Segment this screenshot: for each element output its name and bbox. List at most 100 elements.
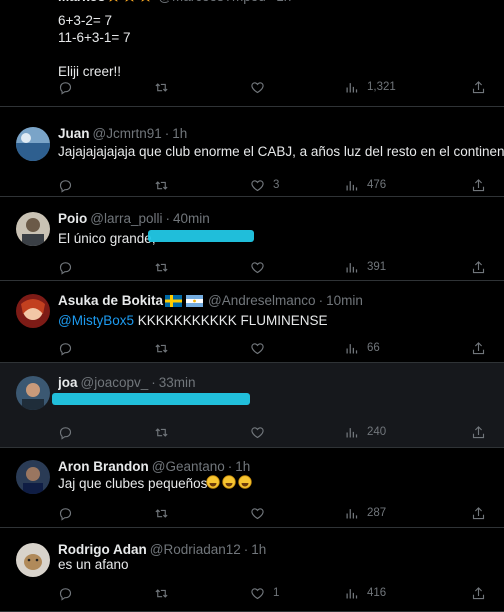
like-button[interactable] (250, 339, 273, 357)
laughing-emoji (206, 475, 254, 493)
views-icon (344, 341, 359, 356)
handle[interactable]: @Andreselmanco (208, 293, 316, 308)
user-avatar[interactable] (16, 460, 50, 494)
share-button[interactable] (471, 504, 486, 522)
tweet[interactable]: Juan @Jcmrtn91 · 1h Jajajajajajaja que club … (0, 107, 504, 197)
like-button[interactable]: 3 (250, 176, 279, 194)
timestamp[interactable]: 1h (172, 126, 187, 141)
user-avatar[interactable] (16, 212, 50, 246)
share-button[interactable] (471, 176, 486, 194)
flag-emojis (165, 294, 205, 310)
views-button[interactable]: 476 (344, 176, 386, 194)
reply-icon (58, 260, 73, 275)
display-name[interactable]: Rodrigo Adan (58, 542, 147, 557)
handle[interactable]: @MarcoosTmpou (158, 0, 266, 4)
separator: · (269, 0, 274, 4)
timestamp[interactable]: 10min (326, 293, 363, 308)
tweet-text-line: Jajajajajajaja que club enorme el CABJ, … (58, 144, 504, 159)
share-icon (471, 425, 486, 440)
reply-button[interactable] (58, 78, 73, 96)
retweet-icon (154, 260, 169, 275)
like-button[interactable] (250, 423, 273, 441)
tweet[interactable]: Asuka de Bokita @Andreselmanco · 10min @Mist… (0, 281, 504, 363)
share-button[interactable] (471, 423, 486, 441)
handle[interactable]: @Geantano (152, 459, 225, 474)
tweet[interactable]: Poio @larra_polli · 40min El único grande, 39… (0, 197, 504, 281)
views-icon (344, 425, 359, 440)
retweet-button[interactable] (154, 423, 169, 441)
timestamp[interactable]: 1h (235, 459, 250, 474)
tweet-text: Jaj que clubes pequeños (58, 475, 496, 492)
retweet-button[interactable] (154, 584, 169, 602)
user-avatar[interactable] (16, 294, 50, 328)
handle[interactable]: @Rodriadan12 (150, 542, 241, 557)
retweet-icon (154, 506, 169, 521)
views-button[interactable]: 1,321 (344, 78, 396, 96)
tweet-text-line: 11-6+3-1= 7 (58, 30, 131, 45)
display-name[interactable]: Aron Brandon (58, 459, 149, 474)
handle[interactable]: @larra_polli (90, 211, 162, 226)
display-name[interactable]: joa (58, 375, 78, 390)
timestamp[interactable]: 1h (251, 542, 266, 557)
reply-button[interactable] (58, 584, 73, 602)
user-avatar[interactable] (16, 543, 50, 577)
reply-icon (58, 506, 73, 521)
share-icon (471, 80, 486, 95)
user-avatar[interactable] (16, 376, 50, 410)
like-button[interactable] (250, 258, 273, 276)
reply-button[interactable] (58, 504, 73, 522)
tweet[interactable]: Rodrigo Adan @Rodriadan12 · 1h es un afano 1 4… (0, 528, 504, 612)
retweet-button[interactable] (154, 339, 169, 357)
retweet-button[interactable] (154, 78, 169, 96)
share-button[interactable] (471, 339, 486, 357)
user-avatar[interactable] (16, 127, 50, 161)
tweet-text-rest: KKKKKKKKKKK FLUMINENSE (133, 313, 328, 328)
tweet[interactable]: Aron Brandon @Geantano · 1h Jaj que clubes p… (0, 448, 504, 528)
display-name[interactable]: Juan (58, 126, 90, 141)
views-count: 287 (367, 507, 387, 519)
retweet-button[interactable] (154, 258, 169, 276)
tweet-text-line: 6+3-2= 7 (58, 13, 113, 28)
views-button[interactable]: 416 (344, 584, 386, 602)
tweet-text: es un afano (58, 556, 496, 573)
share-button[interactable] (471, 78, 486, 96)
timestamp[interactable]: 33min (159, 375, 196, 390)
tweet-text-line: es un afano (58, 557, 129, 572)
share-button[interactable] (471, 584, 486, 602)
tweet[interactable]: Markos @MarcoosTmpou·1h 6+3-2= 7 11-6+3-1= … (0, 0, 504, 107)
display-name[interactable]: Poio (58, 211, 87, 226)
views-button[interactable]: 66 (344, 339, 380, 357)
retweet-icon (154, 341, 169, 356)
views-count: 391 (367, 261, 387, 273)
views-count: 1,321 (367, 81, 396, 93)
timestamp[interactable]: 40min (173, 211, 210, 226)
like-button[interactable] (250, 504, 273, 522)
reply-icon (58, 425, 73, 440)
separator: · (318, 293, 324, 308)
like-button[interactable]: 1 (250, 584, 279, 602)
display-name[interactable]: Asuka de Bokita (58, 293, 163, 308)
retweet-button[interactable] (154, 504, 169, 522)
like-button[interactable] (250, 78, 273, 96)
share-button[interactable] (471, 258, 486, 276)
views-button[interactable]: 391 (344, 258, 386, 276)
tweet[interactable]: joa @joacopv_ · 33min 240 (0, 363, 504, 448)
display-name[interactable]: Markos (58, 0, 105, 4)
reply-button[interactable] (58, 258, 73, 276)
mention-link[interactable]: @MistyBox5 (58, 313, 134, 328)
reply-button[interactable] (58, 176, 73, 194)
retweet-icon (154, 80, 169, 95)
like-icon (250, 260, 265, 275)
retweet-button[interactable] (154, 176, 169, 194)
handle[interactable]: @Jcmrtn91 (93, 126, 162, 141)
views-button[interactable]: 287 (344, 504, 386, 522)
like-icon (250, 425, 265, 440)
tweet-actions: 391 (58, 258, 486, 276)
views-button[interactable]: 240 (344, 423, 386, 441)
views-icon (344, 80, 359, 95)
handle[interactable]: @joacopv_ (81, 375, 149, 390)
timestamp[interactable]: 1h (276, 0, 291, 4)
reply-button[interactable] (58, 339, 73, 357)
reply-button[interactable] (58, 423, 73, 441)
separator: · (165, 211, 170, 226)
